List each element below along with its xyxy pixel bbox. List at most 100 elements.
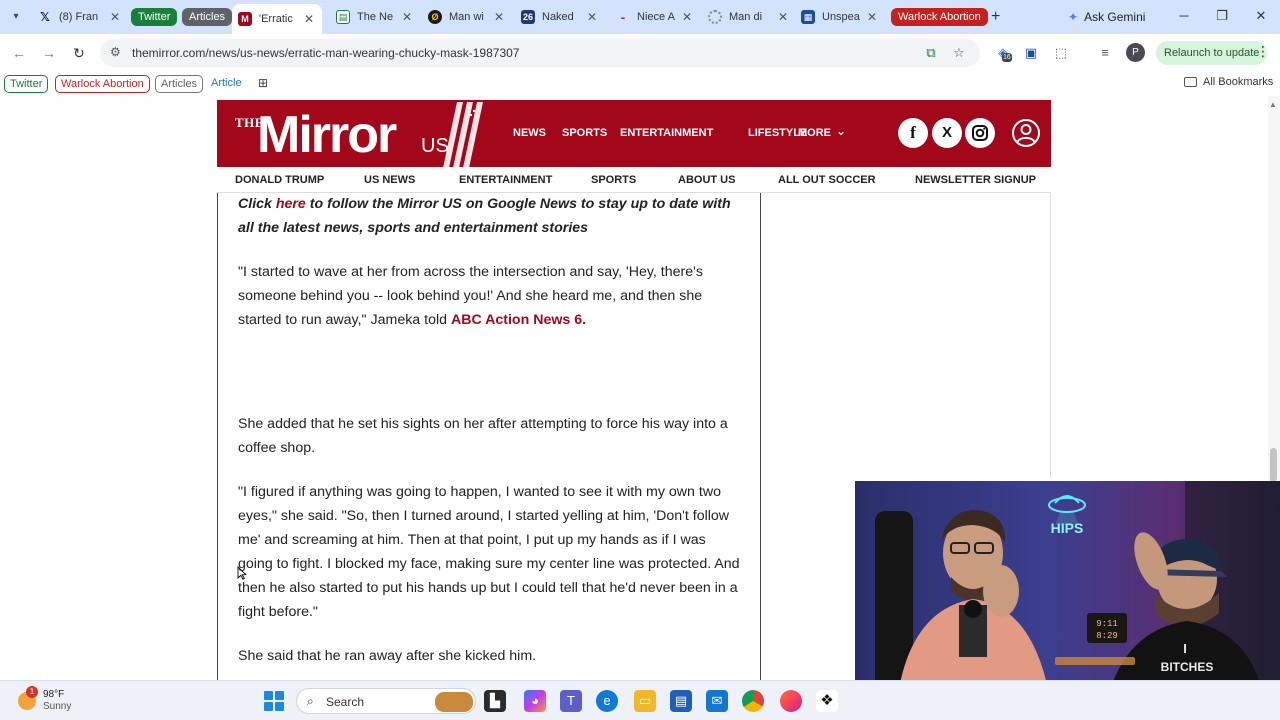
install-app-icon[interactable]: ⧉ xyxy=(922,44,940,62)
taskbar-search[interactable]: ⌕ Search xyxy=(296,688,476,714)
subnav-all-out-soccer[interactable]: ALL OUT SOCCER xyxy=(778,174,876,186)
bookmark-article[interactable]: Article xyxy=(206,75,247,93)
chevron-down-icon[interactable]: ⌄ xyxy=(836,124,846,138)
scrollbar-thumb[interactable] xyxy=(1270,448,1277,482)
all-bookmarks-button[interactable]: All Bookmarks xyxy=(1184,76,1273,88)
weather-condition: Sunny xyxy=(43,701,72,712)
tab-groups-grid-icon[interactable]: ⊞ xyxy=(258,76,272,90)
restore-icon[interactable]: ❐ xyxy=(1212,8,1232,24)
extensions-puzzle-icon[interactable]: ⬚ xyxy=(1052,44,1070,62)
browser-menu-icon[interactable]: ⋮ xyxy=(1256,43,1270,60)
subnav-sports[interactable]: SPORTS xyxy=(591,174,636,186)
tab-twitter-feed[interactable]: 𝕏 (8) Fran ✕ xyxy=(38,4,122,30)
close-tab-icon[interactable]: ✕ xyxy=(776,10,790,24)
sidebar-column xyxy=(761,193,1051,477)
subnav-us-news[interactable]: US NEWS xyxy=(364,174,415,186)
media-controls-icon[interactable]: ≡ xyxy=(1096,44,1114,62)
subnav-entertainment[interactable]: ENTERTAINMENT xyxy=(459,174,552,186)
nav-entertainment[interactable]: ENTERTAINMENT xyxy=(620,127,713,139)
windows-start-icon[interactable] xyxy=(264,691,284,711)
back-icon[interactable]: ← xyxy=(10,44,28,62)
tab-title: 'Erratic xyxy=(259,13,293,25)
bookmark-articles[interactable]: Articles xyxy=(155,75,204,93)
nav-sports[interactable]: SPORTS xyxy=(562,127,607,139)
tab-group-twitter[interactable]: Twitter xyxy=(131,8,178,26)
store-icon[interactable]: ▤ xyxy=(670,690,692,712)
nav-more[interactable]: MORE xyxy=(798,127,831,139)
tab-man-wi[interactable]: Ø Man wi ✕ xyxy=(428,4,506,30)
tab-naked[interactable]: 26 Naked ✕ xyxy=(521,4,599,30)
reload-icon[interactable]: ↻ xyxy=(70,44,88,62)
all-bookmarks-label: All Bookmarks xyxy=(1203,76,1274,88)
tab-title: The Ne xyxy=(357,11,394,23)
instagram-icon[interactable] xyxy=(965,118,995,148)
site-info-icon[interactable]: ⚙ xyxy=(110,45,121,59)
facebook-icon[interactable]: f xyxy=(898,118,928,148)
article-paragraph-3: "I figured if anything was going to happ… xyxy=(238,484,740,620)
bookmark-twitter[interactable]: Twitter xyxy=(4,75,49,93)
subnav-newsletter-signup[interactable]: NEWSLETTER SIGNUP xyxy=(915,174,1036,186)
promo-text-rest: to follow the Mirror US on Google News t… xyxy=(238,196,731,236)
task-view-icon[interactable]: ▙ xyxy=(484,690,506,712)
ask-gemini-button[interactable]: ✦ Ask Gemini xyxy=(1068,6,1145,28)
edge-icon[interactable]: e xyxy=(596,690,618,712)
close-tab-icon[interactable]: ✕ xyxy=(865,10,879,24)
tab-strip: ▾ 𝕏 (8) Fran ✕ Twitter Articles M 'Errat… xyxy=(0,0,1280,34)
scroll-up-arrow-icon[interactable]: ▲ xyxy=(1269,100,1277,109)
tab-niece[interactable]: - Niece A ✕ xyxy=(616,4,694,30)
tab-man-di[interactable]: Man di ✕ xyxy=(708,4,790,30)
extension-icon[interactable]: ◈16 xyxy=(994,44,1012,62)
subnav-donald-trump[interactable]: DONALD TRUMP xyxy=(235,174,324,186)
tab-group-warlock-abortion[interactable]: Warlock Abortion xyxy=(891,8,988,26)
close-window-icon[interactable]: ✕ xyxy=(1251,8,1271,24)
neon-sign-text: HIPS xyxy=(1051,520,1084,536)
file-explorer-icon[interactable]: ▭ xyxy=(634,690,656,712)
search-icon: ⌕ xyxy=(307,694,314,708)
promo-text: Click xyxy=(238,196,276,212)
firefox-icon[interactable] xyxy=(780,690,802,712)
subnav-about-us[interactable]: ABOUT US xyxy=(678,174,735,186)
tab-title: (8) Fran xyxy=(59,11,99,23)
weather-widget[interactable]: 1 98°F Sunny xyxy=(18,686,72,715)
mirror-favicon-icon: M xyxy=(238,12,252,26)
url-text[interactable]: themirror.com/news/us-news/erratic-man-w… xyxy=(132,46,519,60)
minimize-icon[interactable]: ─ xyxy=(1174,8,1194,23)
teams-icon[interactable]: T xyxy=(560,690,582,712)
close-tab-icon[interactable]: ✕ xyxy=(492,10,506,24)
promo-here-link[interactable]: here xyxy=(276,196,306,212)
tab-the-ne[interactable]: ▤ The Ne ✕ xyxy=(336,4,414,30)
globe-favicon-icon: Ø xyxy=(428,10,442,24)
mail-icon[interactable]: ✉ xyxy=(706,690,728,712)
tab-erratic-active[interactable]: M 'Erratic ✕ xyxy=(232,4,322,34)
nav-news[interactable]: NEWS xyxy=(513,127,546,139)
close-tab-icon[interactable]: ✕ xyxy=(302,12,316,26)
bookmark-warlock-abortion[interactable]: Warlock Abortion xyxy=(55,75,150,93)
account-icon[interactable] xyxy=(1011,118,1041,148)
temperature: 98°F xyxy=(43,689,65,700)
close-tab-icon[interactable]: ✕ xyxy=(585,10,599,24)
forward-icon[interactable]: → xyxy=(40,44,58,62)
new-tab-button[interactable]: + xyxy=(991,8,1000,26)
mirror-site-header: THE Mirror US NEWS SPORTS ENTERTAINMENT … xyxy=(217,100,1051,168)
profile-avatar[interactable]: P xyxy=(1126,43,1145,62)
close-tab-icon[interactable]: ✕ xyxy=(108,10,122,24)
extension-2-icon[interactable]: ▣ xyxy=(1022,44,1040,62)
abc-action-news-link[interactable]: ABC Action News 6. xyxy=(451,312,586,328)
led-strip xyxy=(1055,657,1135,665)
tab-unspea[interactable]: ▦ Unspea ✕ xyxy=(801,4,879,30)
news-favicon-icon: 26 xyxy=(521,10,535,24)
close-tab-icon[interactable]: ✕ xyxy=(400,10,414,24)
close-tab-icon[interactable]: ✕ xyxy=(680,10,694,24)
bookmark-label: Warlock Abortion xyxy=(61,78,144,90)
search-label: Search xyxy=(326,695,365,709)
address-bar[interactable]: ⚙ themirror.com/news/us-news/erratic-man… xyxy=(100,39,980,67)
chrome-icon[interactable] xyxy=(742,690,764,712)
tab-group-articles[interactable]: Articles xyxy=(182,8,233,26)
relaunch-to-update-button[interactable]: Relaunch to update xyxy=(1156,41,1268,65)
x-twitter-icon[interactable]: X xyxy=(932,118,962,148)
bookmark-star-icon[interactable]: ☆ xyxy=(950,44,968,62)
tab-search-icon[interactable]: ▾ xyxy=(8,9,24,25)
tab-group-label: Articles xyxy=(189,11,226,23)
copilot-icon[interactable]: ◕ xyxy=(524,690,546,712)
dropbox-icon[interactable]: ❖ xyxy=(816,690,838,712)
